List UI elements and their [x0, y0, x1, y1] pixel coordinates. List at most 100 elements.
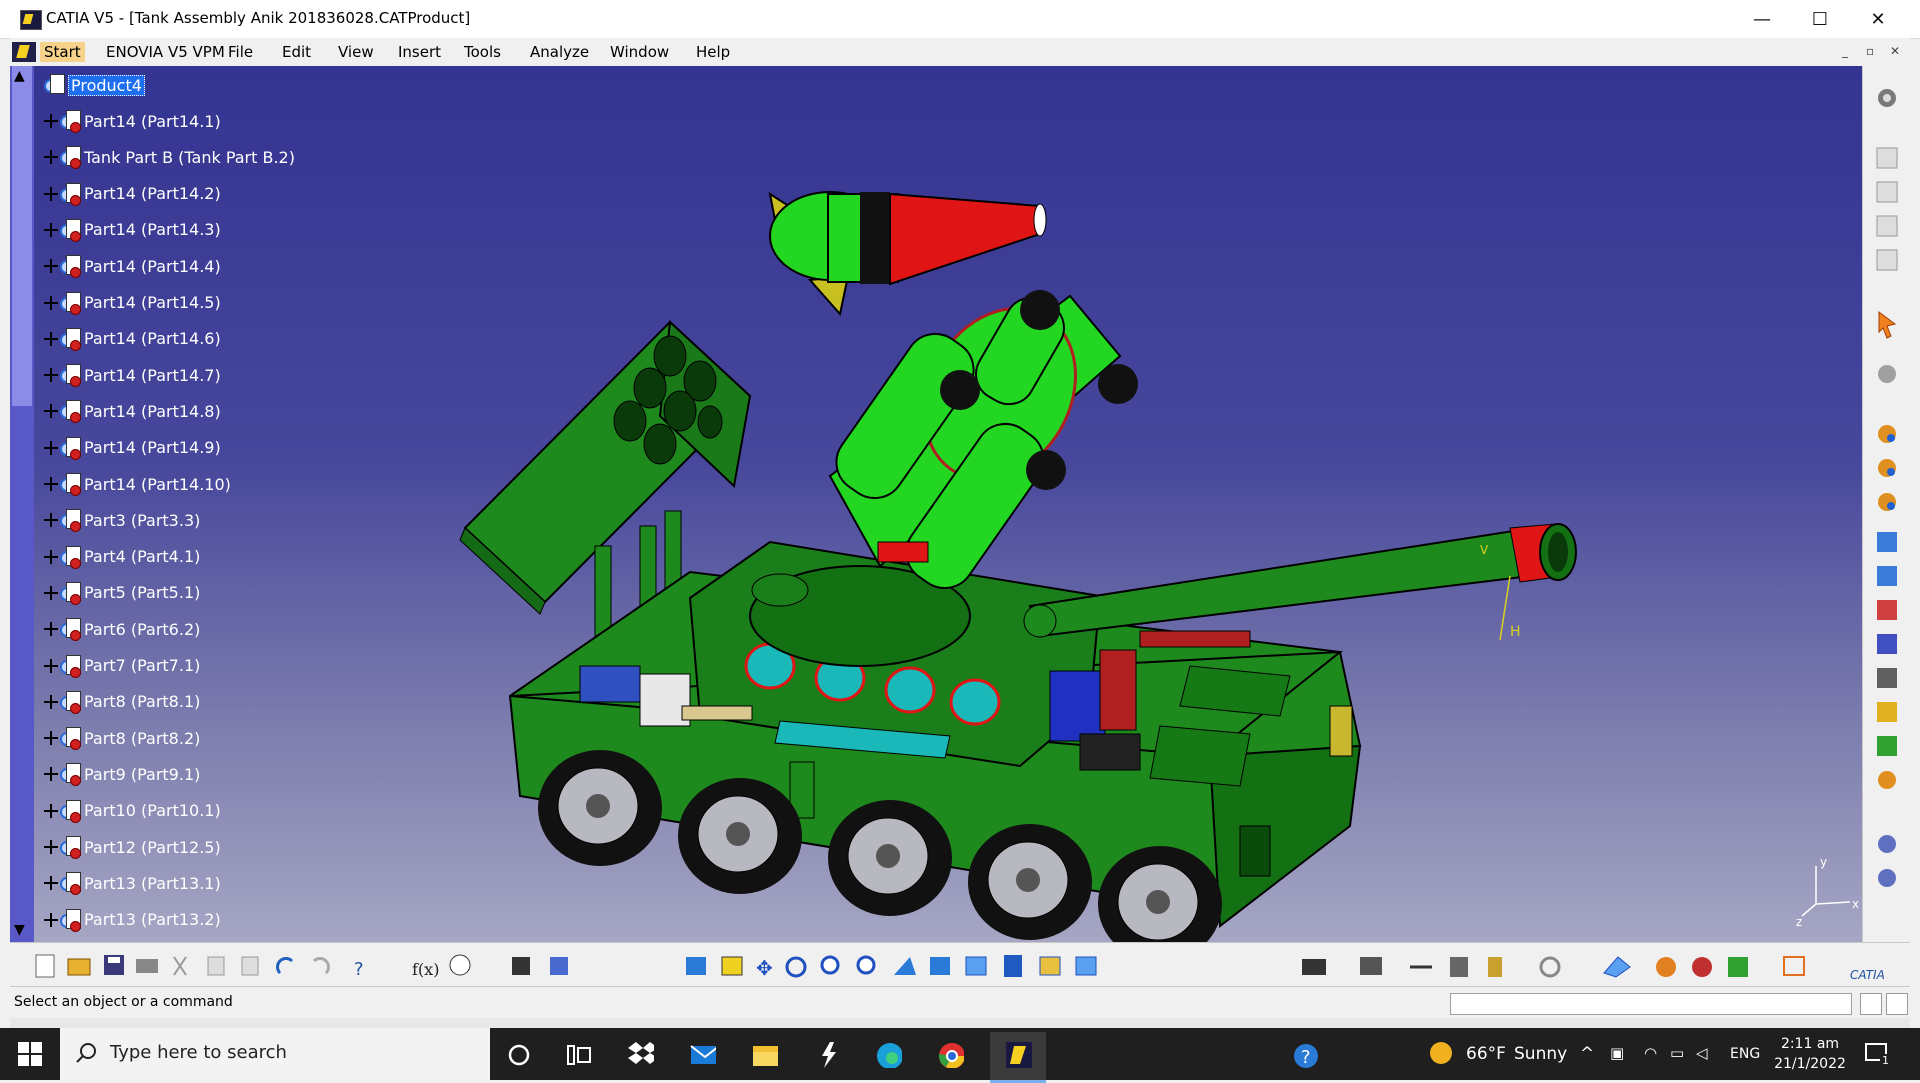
tree-node[interactable]: Part10 (Part10.1)	[44, 798, 221, 824]
sketch-icon-4[interactable]	[1876, 249, 1898, 271]
undo-icon[interactable]	[276, 957, 294, 975]
expand-icon[interactable]	[44, 331, 58, 346]
expand-icon[interactable]	[44, 840, 58, 854]
constraint-icon-3[interactable]	[1877, 702, 1897, 722]
scroll-down-icon[interactable]: ▼	[14, 922, 25, 938]
catalog-icon[interactable]	[1878, 365, 1896, 383]
doc-minimize-button[interactable]: _	[1842, 44, 1848, 58]
formula-icon[interactable]: f(x)	[412, 960, 439, 979]
graph-tree-icon[interactable]	[550, 957, 568, 975]
fly-mode-icon[interactable]	[686, 957, 706, 975]
tree-node[interactable]: Part14 (Part14.4)	[44, 253, 221, 279]
task-view-icon[interactable]	[566, 1042, 592, 1068]
3d-viewport[interactable]: V H y x z ▲ ▼ Product4 Part14 (Part14.1)…	[10, 66, 1862, 942]
catia-taskbar-button[interactable]	[990, 1032, 1046, 1083]
analysis-icon-1[interactable]	[1878, 835, 1896, 853]
expand-icon[interactable]	[44, 114, 58, 128]
minimize-button[interactable]: —	[1733, 0, 1791, 38]
multi-view-icon[interactable]	[930, 957, 950, 975]
explode-icon[interactable]	[1877, 600, 1897, 620]
expand-icon[interactable]	[44, 658, 58, 673]
manipulation-icon[interactable]	[1360, 957, 1382, 975]
battery-icon[interactable]: ▭	[1670, 1044, 1684, 1062]
expand-icon[interactable]	[44, 222, 58, 237]
menu-view[interactable]: View	[334, 42, 378, 62]
expand-icon[interactable]	[44, 368, 58, 383]
cut-icon[interactable]	[173, 956, 187, 976]
tree-node[interactable]: Part14 (Part14.3)	[44, 217, 221, 243]
pan-icon[interactable]: ✥	[756, 956, 773, 980]
zoom-status-button[interactable]	[1886, 993, 1908, 1015]
chrome-icon[interactable]	[938, 1042, 964, 1068]
expand-icon[interactable]	[44, 912, 58, 927]
menu-help[interactable]: Help	[692, 42, 734, 62]
assembly-icon-2[interactable]	[1878, 459, 1896, 477]
open-file-icon[interactable]	[67, 958, 91, 976]
shading-icon[interactable]	[1004, 955, 1022, 977]
expand-icon[interactable]	[44, 404, 58, 419]
tree-node[interactable]: Part6 (Part6.2)	[44, 616, 200, 642]
constraint-icon-4[interactable]	[1877, 736, 1897, 756]
copy-icon[interactable]	[207, 956, 225, 976]
weather-text[interactable]: Sunny	[1514, 1044, 1567, 1064]
tree-scroll-thumb[interactable]	[12, 66, 32, 406]
snap-icon[interactable]	[1877, 566, 1897, 586]
axis-compass[interactable]: y x z	[1796, 855, 1859, 929]
expand-icon[interactable]	[44, 731, 58, 746]
zoom-out-icon[interactable]	[856, 955, 876, 975]
tree-node[interactable]: Part5 (Part5.1)	[44, 580, 200, 606]
taskbar-clock[interactable]: 2:11 am 21/1/2022	[1770, 1034, 1850, 1074]
missile[interactable]	[768, 191, 1047, 317]
tree-node[interactable]: Part4 (Part4.1)	[44, 544, 200, 570]
expand-icon[interactable]	[44, 549, 58, 564]
redo-icon[interactable]	[312, 957, 330, 975]
sketch-icon-1[interactable]	[1876, 147, 1898, 169]
meet-now-icon[interactable]: ▣	[1610, 1044, 1624, 1062]
select-cursor-icon[interactable]	[1878, 311, 1897, 339]
catia-logo-icon[interactable]	[12, 42, 36, 62]
scroll-up-icon[interactable]: ▲	[14, 68, 25, 84]
render-icon-1[interactable]	[1656, 957, 1676, 977]
tree-node[interactable]: Part14 (Part14.9)	[44, 435, 221, 461]
capture-icon[interactable]	[1302, 959, 1326, 975]
analysis-icon-2[interactable]	[1878, 869, 1896, 887]
sketch-icon-3[interactable]	[1876, 215, 1898, 237]
tree-node[interactable]: Part14 (Part14.2)	[44, 181, 221, 207]
menu-analyze[interactable]: Analyze	[526, 42, 593, 62]
expand-icon[interactable]	[44, 803, 58, 818]
tree-node[interactable]: Part14 (Part14.1)	[44, 108, 221, 134]
iso-view-icon[interactable]	[965, 956, 987, 976]
expand-icon[interactable]	[44, 150, 58, 165]
tree-node[interactable]: Part8 (Part8.1)	[44, 689, 200, 715]
assembly-icon-3[interactable]	[1878, 493, 1896, 511]
doc-close-button[interactable]: ✕	[1890, 44, 1900, 58]
language-indicator[interactable]: ENG	[1730, 1046, 1760, 1062]
tree-node[interactable]: Part14 (Part14.7)	[44, 362, 221, 388]
weather-temp[interactable]: 66°F	[1466, 1044, 1506, 1064]
paste-icon[interactable]	[241, 956, 259, 976]
help-icon[interactable]: ?	[1292, 1042, 1318, 1068]
tree-node[interactable]: Part14 (Part14.8)	[44, 398, 221, 424]
sketch-icon-2[interactable]	[1876, 181, 1898, 203]
wifi-icon[interactable]: ◠	[1644, 1044, 1657, 1062]
tree-node[interactable]: Part14 (Part14.5)	[44, 290, 221, 316]
mail-icon[interactable]	[690, 1042, 716, 1068]
tree-node[interactable]: Tank Part B (Tank Part B.2)	[44, 144, 295, 170]
fit-all-icon[interactable]	[721, 956, 743, 976]
tree-node[interactable]: Part8 (Part8.2)	[44, 725, 200, 751]
constraint-icon-1[interactable]	[1877, 634, 1897, 654]
constraint-icon-5[interactable]	[1878, 771, 1896, 789]
menu-enovia[interactable]: ENOVIA V5 VPM	[102, 42, 229, 62]
tree-node[interactable]: Part13 (Part13.2)	[44, 907, 221, 933]
tree-node[interactable]: Part9 (Part9.1)	[44, 761, 200, 787]
menu-insert[interactable]: Insert	[394, 42, 445, 62]
doc-restore-button[interactable]: ▫	[1866, 44, 1874, 58]
tree-node[interactable]: Part7 (Part7.1)	[44, 653, 200, 679]
move-icon[interactable]	[1877, 532, 1897, 552]
render-icon-3[interactable]	[1728, 957, 1748, 977]
grid-icon[interactable]	[1783, 956, 1805, 976]
hide-show-icon[interactable]	[1039, 956, 1061, 976]
taskbar-search-box[interactable]: Type here to search	[60, 1028, 490, 1080]
tree-root-node[interactable]: Product4	[44, 72, 145, 98]
power-input-button[interactable]	[1860, 993, 1882, 1015]
